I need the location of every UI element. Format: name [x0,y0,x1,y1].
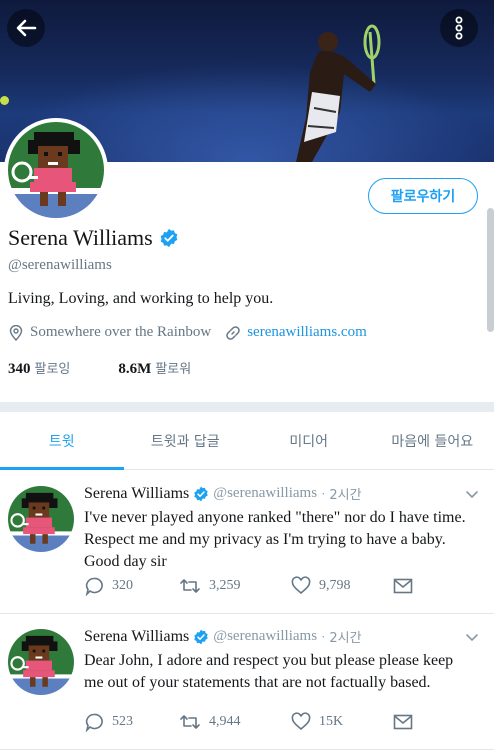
reply-button[interactable]: 523 [84,712,179,732]
tweet-actions: 523 4,944 15K [84,712,413,732]
arrow-left-icon [16,19,37,37]
like-count: 15K [319,714,344,729]
retweet-button[interactable]: 4,944 [179,712,291,732]
tweet-timestamp[interactable]: 2시간 [329,484,361,503]
retweet-count: 3,259 [209,578,241,593]
like-count: 9,798 [319,578,351,593]
follow-button[interactable]: 팔로우하기 [368,178,478,214]
reply-count: 320 [112,578,133,593]
heart-icon [291,576,311,595]
envelope-icon [393,714,413,730]
profile-name: Serena Williams [8,225,153,250]
retweet-button[interactable]: 3,259 [179,576,291,596]
profile-meta: Somewhere over the Rainbow serenawilliam… [8,324,367,341]
profile-name-row: Serena Williams [8,225,179,251]
envelope-icon [393,578,413,594]
verified-badge-icon [159,228,179,248]
tennis-player-image [296,24,381,162]
tweet-text: I've never played anyone ranked "there" … [84,509,466,570]
profile-tabs: 트윗 트윗과 답글 미디어 마음에 들어요 [0,412,494,470]
tweet-author-name[interactable]: Serena Williams [84,485,189,503]
reply-count: 523 [112,714,133,729]
followers-count: 8.6M [118,361,152,377]
tweet-author-handle[interactable]: @serenawilliams [213,485,317,502]
tweet-separator: · [321,485,326,501]
section-divider [0,402,494,412]
like-button[interactable]: 15K [291,712,393,732]
following-stat[interactable]: 340 팔로잉 [8,358,70,378]
tab-likes[interactable]: 마음에 들어요 [371,412,494,469]
tweet-author-name[interactable]: Serena Williams [84,628,189,646]
tennis-ball-image [0,96,9,105]
tweet-body: Serena Williams @serenawilliams · 2시간 De… [84,627,480,694]
retweet-icon [180,715,200,729]
back-button[interactable] [7,9,45,47]
tweet[interactable]: Serena Williams @serenawilliams · 2시간 I'… [0,472,494,614]
tweet-header: Serena Williams @serenawilliams · 2시간 [84,627,480,647]
reply-icon [85,577,103,596]
verified-badge-icon [193,486,209,502]
reply-icon [85,713,103,732]
like-button[interactable]: 9,798 [291,576,393,596]
verified-badge-icon [193,629,209,645]
following-count: 340 [8,361,31,377]
following-label: 팔로잉 [34,362,71,377]
tweet-author-handle[interactable]: @serenawilliams [213,628,317,645]
followers-stat[interactable]: 8.6M 팔로워 [118,358,191,378]
location-text: Somewhere over the Rainbow [30,324,212,340]
tab-tweets[interactable]: 트윗 [0,412,124,470]
location-pin-icon [9,324,23,341]
reply-button[interactable]: 320 [84,576,179,596]
profile-website[interactable]: serenawilliams.com [225,324,367,341]
followers-label: 팔로워 [155,362,192,377]
chevron-down-icon[interactable] [464,486,480,502]
heart-icon [291,712,311,731]
tab-media[interactable]: 미디어 [247,412,371,469]
profile-handle: @serenawilliams [8,257,112,273]
tweet-actions: 320 3,259 9,798 [84,576,413,596]
profile-avatar[interactable] [4,118,108,222]
tweet-avatar[interactable] [8,629,74,695]
direct-message-button[interactable] [393,713,413,731]
tab-tweets-and-replies[interactable]: 트윗과 답글 [124,412,248,469]
tweet-text: Dear John, I adore and respect you but p… [84,652,454,691]
tweet-separator: · [321,628,326,644]
tweet[interactable]: Serena Williams @serenawilliams · 2시간 De… [0,615,494,750]
scrollbar-thumb[interactable] [487,208,494,332]
retweet-count: 4,944 [209,714,241,729]
profile-stats: 340 팔로잉 8.6M 팔로워 [8,358,239,378]
link-icon [226,325,240,340]
retweet-icon [180,579,200,593]
profile-bio: Living, Loving, and working to help you. [8,290,274,307]
tweet-body: Serena Williams @serenawilliams · 2시간 I'… [84,484,480,573]
direct-message-button[interactable] [393,577,413,595]
profile-location: Somewhere over the Rainbow [8,324,211,341]
tweet-header: Serena Williams @serenawilliams · 2시간 [84,484,480,504]
tweet-timestamp[interactable]: 2시간 [329,627,361,646]
vertical-dots-icon [455,16,463,40]
tweet-avatar[interactable] [8,486,74,552]
more-options-button[interactable] [440,9,478,47]
website-link[interactable]: serenawilliams.com [247,324,367,341]
chevron-down-icon[interactable] [464,629,480,645]
